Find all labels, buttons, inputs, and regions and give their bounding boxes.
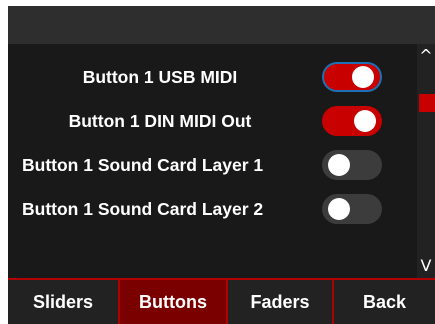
setting-row-usb-midi: Button 1 USB MIDI bbox=[8, 54, 417, 100]
usb-midi-toggle[interactable] bbox=[322, 62, 382, 92]
setting-label: Button 1 Sound Card Layer 1 bbox=[22, 155, 264, 175]
scroll-thumb[interactable] bbox=[419, 94, 435, 112]
settings-list: Button 1 USB MIDI Button 1 DIN MIDI Out … bbox=[8, 44, 417, 278]
toggle-knob bbox=[354, 110, 376, 132]
tab-buttons[interactable]: Buttons bbox=[120, 280, 228, 324]
sound-card-layer-1-toggle[interactable] bbox=[322, 150, 382, 180]
setting-label: Button 1 Sound Card Layer 2 bbox=[22, 199, 264, 219]
sound-card-layer-2-toggle[interactable] bbox=[322, 194, 382, 224]
device-screen: Button 1 USB MIDI Button 1 DIN MIDI Out … bbox=[8, 6, 435, 324]
setting-label: Button 1 USB MIDI bbox=[82, 67, 238, 87]
setting-row-din-midi-out: Button 1 DIN MIDI Out bbox=[8, 98, 417, 144]
chevron-up-icon[interactable]: ^ bbox=[417, 46, 435, 65]
toggle-knob bbox=[328, 198, 350, 220]
top-bar bbox=[8, 6, 435, 44]
toggle-knob bbox=[352, 66, 374, 88]
tab-sliders[interactable]: Sliders bbox=[8, 280, 120, 324]
tab-bar: Sliders Buttons Faders Back bbox=[8, 278, 435, 324]
setting-row-sound-card-layer-1: Button 1 Sound Card Layer 1 bbox=[8, 142, 417, 188]
setting-row-sound-card-layer-2: Button 1 Sound Card Layer 2 bbox=[8, 186, 417, 232]
scrollbar[interactable]: ^ V bbox=[417, 44, 435, 278]
chevron-down-icon[interactable]: V bbox=[417, 256, 435, 275]
tab-faders[interactable]: Faders bbox=[228, 280, 334, 324]
tab-back[interactable]: Back bbox=[334, 280, 435, 324]
setting-label: Button 1 DIN MIDI Out bbox=[68, 111, 252, 131]
din-midi-out-toggle[interactable] bbox=[322, 106, 382, 136]
toggle-knob bbox=[328, 154, 350, 176]
